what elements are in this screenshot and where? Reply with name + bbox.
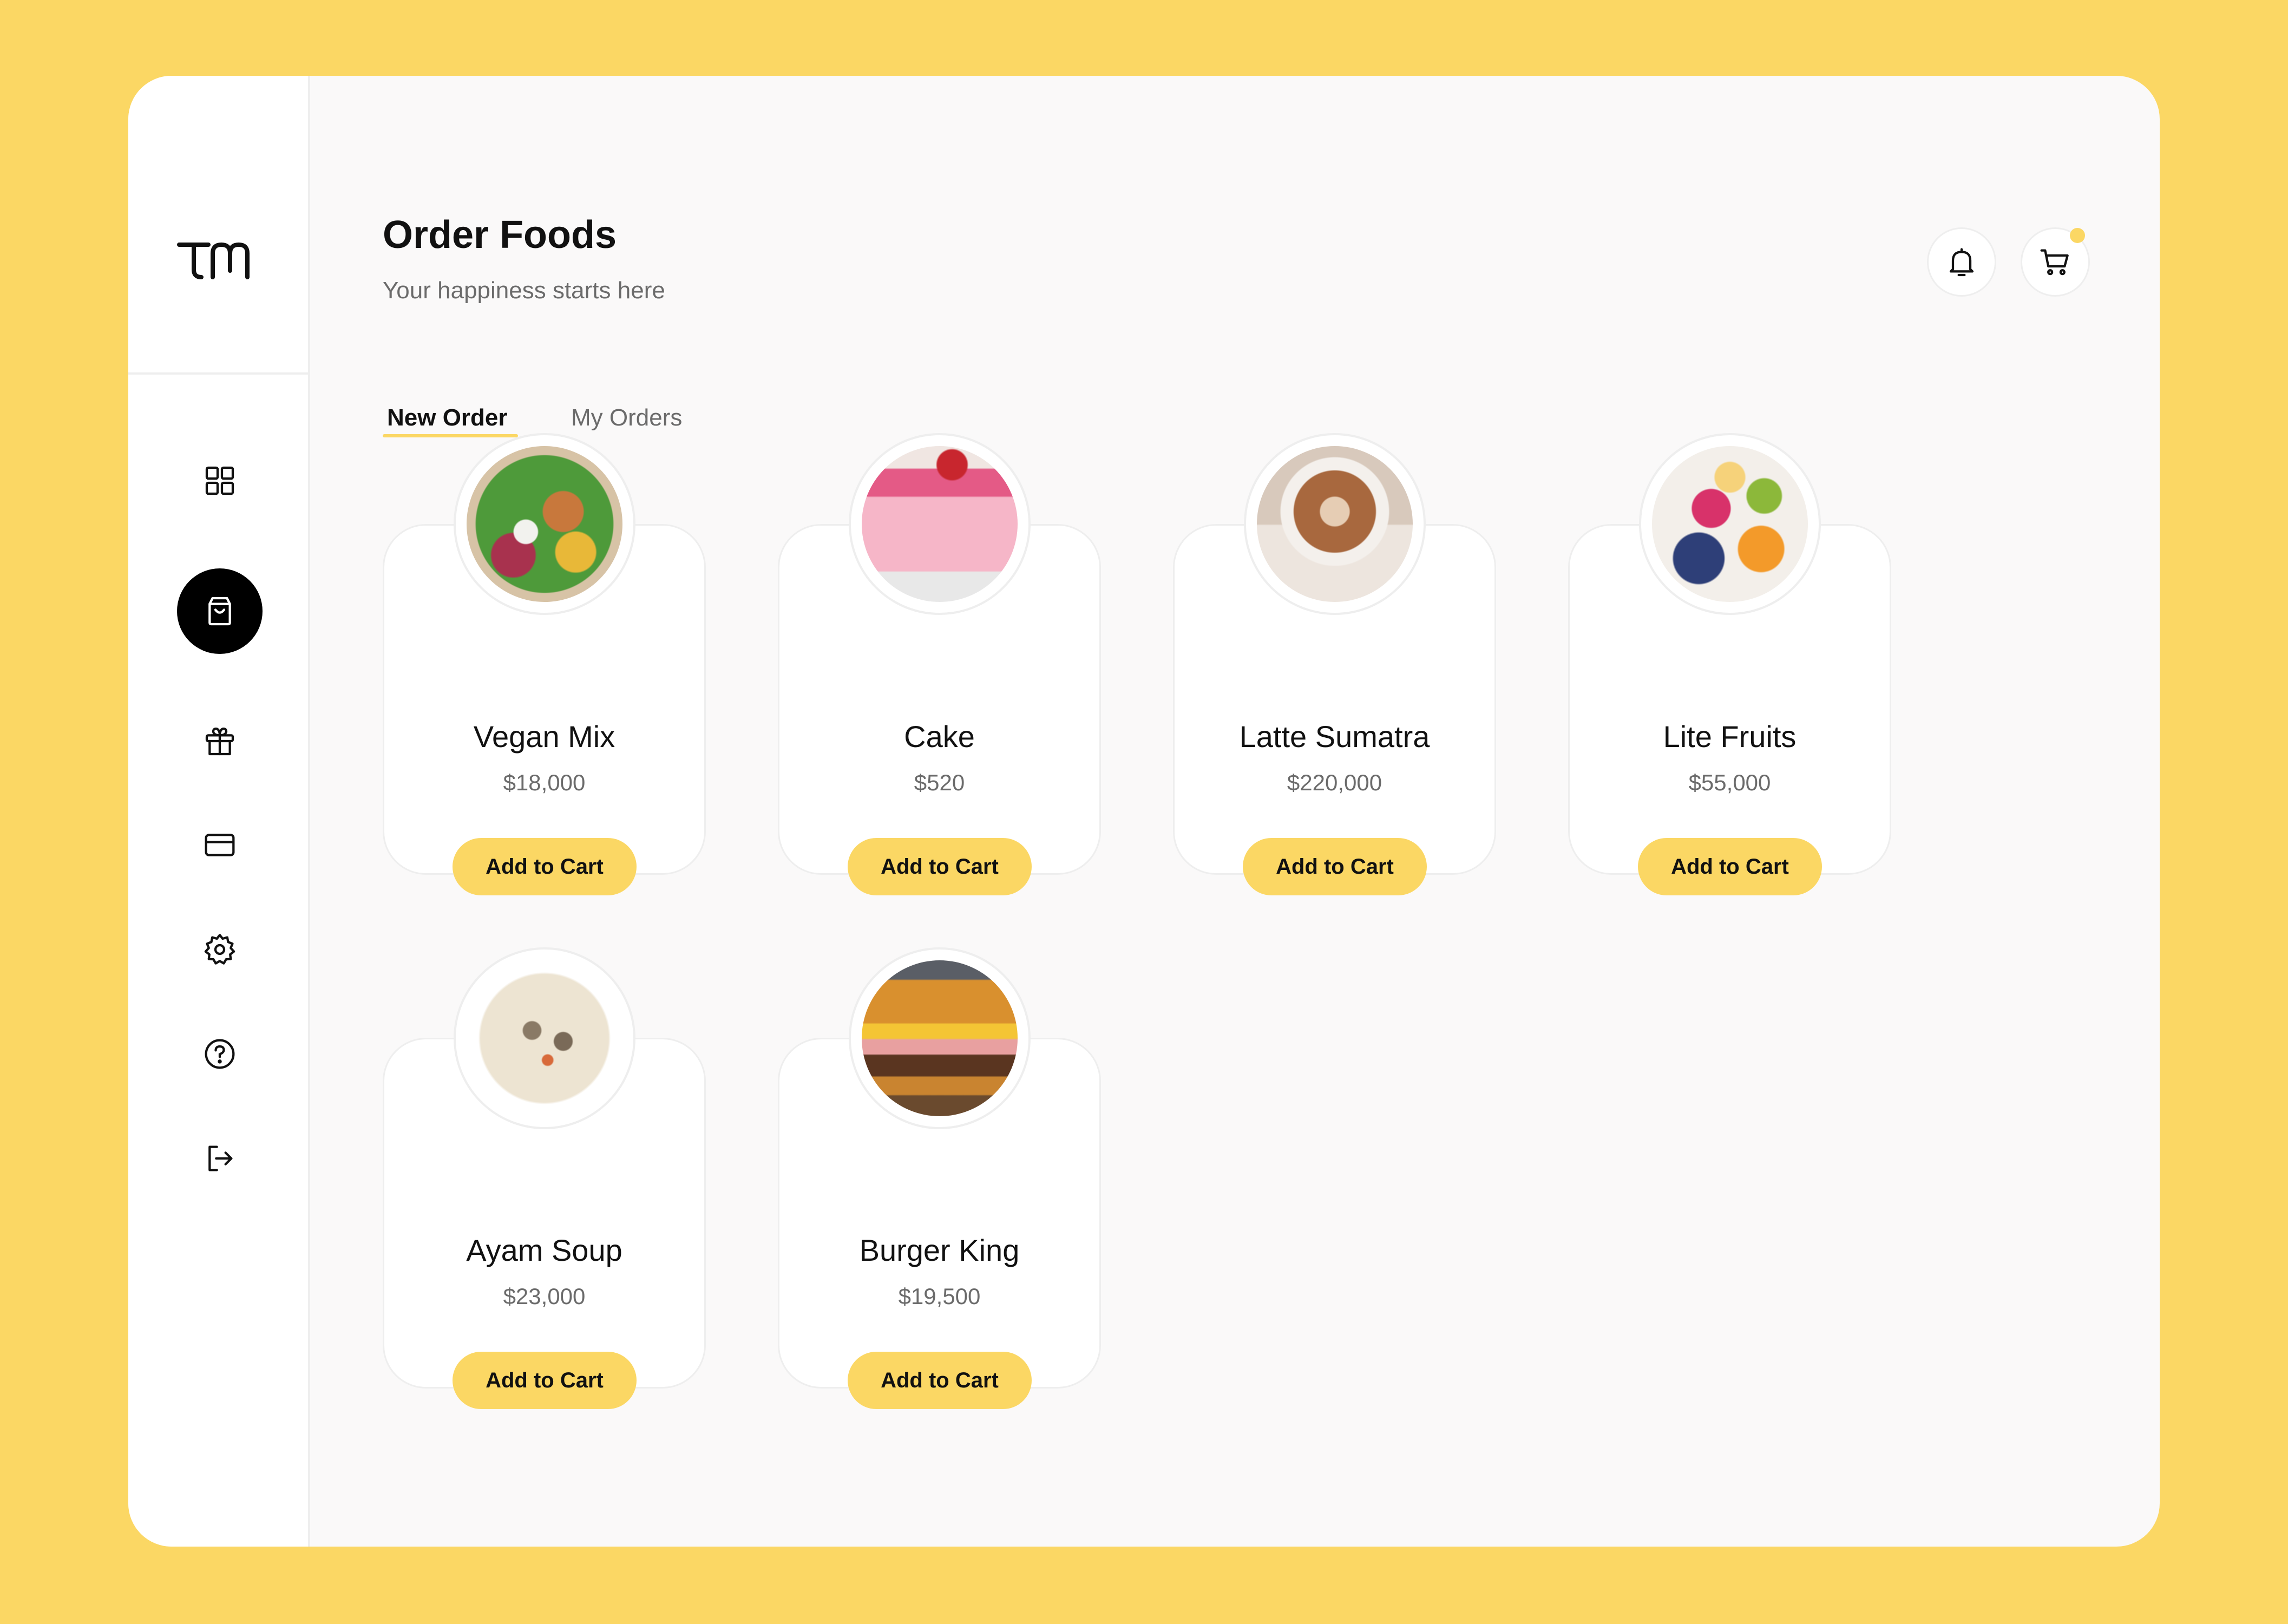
sidebar-item-dashboard[interactable] bbox=[177, 438, 263, 523]
product-price: $19,500 bbox=[898, 1284, 981, 1309]
cart-button[interactable] bbox=[2021, 227, 2090, 297]
sidebar-item-logout[interactable] bbox=[177, 1116, 263, 1201]
cart-badge bbox=[2070, 228, 2085, 243]
product-price: $23,000 bbox=[503, 1284, 586, 1309]
product-name: Cake bbox=[904, 719, 975, 754]
page-subtitle: Your happiness starts here bbox=[383, 277, 665, 304]
credit-card-icon bbox=[205, 834, 235, 856]
product-price: $55,000 bbox=[1688, 770, 1771, 795]
settings-icon bbox=[204, 934, 235, 965]
dashboard-icon bbox=[205, 466, 234, 495]
logout-icon bbox=[208, 1145, 233, 1171]
add-to-cart-button[interactable]: Add to Cart bbox=[1638, 838, 1822, 895]
bell-icon bbox=[1949, 248, 1974, 277]
sidebar-item-settings[interactable] bbox=[177, 907, 263, 992]
tab-my-orders[interactable]: My Orders bbox=[571, 406, 682, 442]
lite-fruits-image bbox=[1639, 433, 1821, 615]
sidebar-item-help[interactable] bbox=[177, 1011, 263, 1097]
product-name: Vegan Mix bbox=[473, 719, 615, 754]
vegan-mix-image bbox=[454, 433, 635, 615]
product-name: Latte Sumatra bbox=[1239, 719, 1430, 754]
help-icon bbox=[205, 1039, 235, 1069]
burger-king-image bbox=[849, 947, 1031, 1129]
sidebar-divider bbox=[128, 372, 310, 375]
product-price: $520 bbox=[914, 770, 965, 795]
product-name: Ayam Soup bbox=[466, 1233, 622, 1267]
cake-image bbox=[849, 433, 1031, 615]
product-price: $220,000 bbox=[1287, 770, 1382, 795]
tm-logo-icon bbox=[177, 243, 250, 279]
add-to-cart-button[interactable]: Add to Cart bbox=[848, 838, 1032, 895]
page-title: Order Foods bbox=[383, 213, 617, 257]
add-to-cart-button[interactable]: Add to Cart bbox=[453, 838, 637, 895]
app-window: Order Foods Your happiness starts here N… bbox=[128, 76, 2160, 1547]
active-tab-indicator bbox=[383, 434, 518, 437]
sidebar bbox=[128, 76, 310, 1547]
latte-sumatra-image bbox=[1244, 433, 1426, 615]
product-name: Burger King bbox=[859, 1233, 1020, 1267]
sidebar-item-payments[interactable] bbox=[177, 802, 263, 888]
add-to-cart-button[interactable]: Add to Cart bbox=[1243, 838, 1427, 895]
notification-button[interactable] bbox=[1927, 227, 1996, 297]
cart-icon bbox=[2040, 249, 2069, 276]
product-price: $18,000 bbox=[503, 770, 586, 795]
ayam-soup-image bbox=[454, 947, 635, 1129]
logo[interactable] bbox=[177, 238, 258, 281]
add-to-cart-button[interactable]: Add to Cart bbox=[848, 1352, 1032, 1409]
sidebar-item-orders[interactable] bbox=[177, 568, 263, 654]
shopping-bag-icon bbox=[208, 597, 231, 626]
add-to-cart-button[interactable]: Add to Cart bbox=[453, 1352, 637, 1409]
gift-icon bbox=[205, 727, 234, 756]
sidebar-item-gifts[interactable] bbox=[177, 698, 263, 784]
product-name: Lite Fruits bbox=[1663, 719, 1797, 754]
